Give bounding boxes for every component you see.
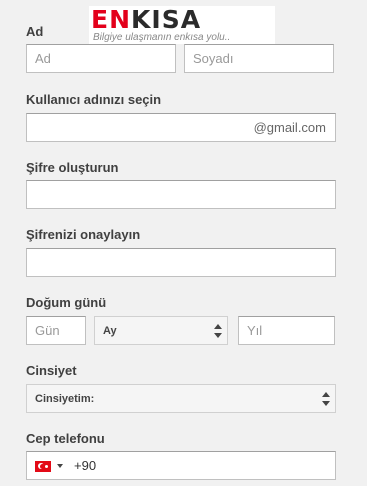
birthday-label: Doğum günü [26, 295, 107, 310]
birth-month-select[interactable]: Ay [94, 316, 228, 345]
select-arrows-icon [214, 324, 222, 338]
name-label: Ad [26, 24, 44, 39]
logo-slogan: Bilgiye ulaşmanın enkısa yolu.. [93, 32, 231, 43]
birth-year-field[interactable]: Yıl [238, 316, 335, 345]
birth-month-value: Ay [103, 324, 117, 337]
turkey-flag-icon [35, 460, 51, 472]
select-arrows-icon [322, 392, 330, 406]
birth-day-placeholder: Gün [35, 323, 60, 338]
chevron-down-icon [57, 464, 63, 468]
logo-wordmark: ENKISA [91, 5, 202, 34]
gmail-suffix: @gmail.com [253, 120, 326, 135]
password-label: Şifre oluşturun [26, 160, 119, 175]
gender-value: Cinsiyetim: [35, 392, 95, 405]
first-name-placeholder: Ad [35, 51, 51, 66]
password-field[interactable] [26, 180, 336, 209]
confirm-password-field[interactable] [26, 248, 336, 277]
phone-field[interactable] [26, 451, 336, 480]
gender-label: Cinsiyet [26, 363, 77, 378]
birth-year-placeholder: Yıl [247, 323, 263, 338]
last-name-field[interactable]: Soyadı [184, 44, 334, 73]
gender-select[interactable]: Cinsiyetim: [26, 384, 336, 413]
birth-day-field[interactable]: Gün [26, 316, 86, 345]
confirm-password-label: Şifrenizi onaylayın [26, 227, 141, 242]
first-name-field[interactable]: Ad [26, 44, 176, 73]
username-label: Kullanıcı adınızı seçin [26, 92, 162, 107]
phone-label: Cep telefonu [26, 431, 105, 446]
country-selector[interactable] [27, 452, 63, 480]
enkisa-logo: ENKISA Bilgiye ulaşmanın enkısa yolu.. [89, 6, 275, 44]
last-name-placeholder: Soyadı [193, 51, 234, 66]
phone-country-code: +90 [74, 458, 97, 473]
username-field[interactable]: @gmail.com [26, 113, 336, 142]
